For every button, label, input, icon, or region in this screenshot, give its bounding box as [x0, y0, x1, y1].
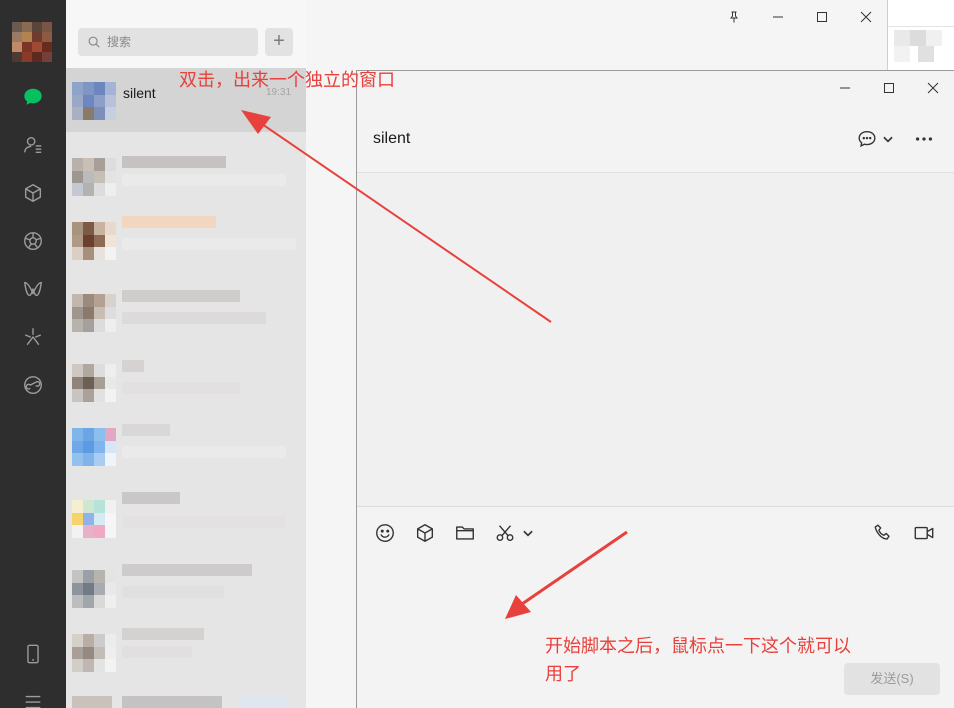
phone-icon[interactable]: [21, 642, 45, 666]
chat-list-pane: 搜索 + silent 19:31: [66, 0, 306, 708]
annotation-bottom-line2: 用了: [545, 664, 581, 684]
avatar: [72, 634, 116, 672]
minimize-icon[interactable]: [823, 71, 867, 105]
chat-item-blurred[interactable]: [66, 350, 306, 414]
pin-icon[interactable]: [712, 0, 756, 34]
chat-window: silent 发送(S): [356, 70, 954, 708]
maximize-icon[interactable]: [800, 0, 844, 34]
folder-icon[interactable]: [453, 521, 477, 545]
emoji-icon[interactable]: [373, 521, 397, 545]
avatar: [72, 500, 116, 538]
chat-item-blurred[interactable]: [66, 486, 306, 550]
avatar: [72, 294, 116, 332]
avatar[interactable]: [12, 22, 52, 62]
more-icon[interactable]: [912, 127, 936, 151]
avatar: [72, 222, 116, 260]
avatar: [72, 570, 116, 608]
background-window: [888, 0, 954, 80]
chat-item-blurred[interactable]: [66, 414, 306, 478]
desktop: 搜索 + silent 19:31 silent 发送(S) 双击，出来一个独立…: [0, 0, 954, 708]
avatar: [72, 428, 116, 466]
minimize-icon[interactable]: [756, 0, 800, 34]
sidebar: [0, 0, 66, 708]
chat-item-blurred[interactable]: [66, 280, 306, 344]
chat-item-blurred[interactable]: [66, 620, 306, 684]
favorites-icon[interactable]: [413, 521, 437, 545]
chat-icon[interactable]: [21, 85, 45, 109]
moments-icon[interactable]: [21, 229, 45, 253]
scissors-icon[interactable]: [493, 521, 517, 545]
add-button[interactable]: +: [265, 28, 293, 56]
avatar: [72, 158, 116, 196]
search-icon: [88, 36, 100, 48]
phone-call-icon[interactable]: [871, 521, 895, 545]
chat-name: silent: [123, 85, 156, 101]
channels-icon[interactable]: [21, 277, 45, 301]
chevron-down-icon[interactable]: [521, 521, 535, 545]
chat-item-blurred[interactable]: [66, 208, 306, 272]
chat-item-blurred[interactable]: [66, 688, 306, 708]
annotation-top: 双击，出来一个独立的窗口: [179, 70, 395, 90]
chat-item-blurred[interactable]: [66, 556, 306, 620]
list-header: 搜索 +: [66, 0, 306, 68]
chat-title: silent: [373, 130, 411, 147]
video-call-icon[interactable]: [912, 521, 936, 545]
send-button[interactable]: 发送(S): [844, 663, 940, 695]
annotation-bottom-line1: 开始脚本之后，鼠标点一下这个就可以: [545, 636, 851, 656]
mini-programs-icon[interactable]: [21, 373, 45, 397]
maximize-icon[interactable]: [867, 71, 911, 105]
top-stories-icon[interactable]: [21, 325, 45, 349]
close-icon[interactable]: [911, 71, 954, 105]
search-placeholder: 搜索: [107, 35, 132, 49]
menu-icon[interactable]: [21, 690, 45, 708]
message-area[interactable]: [357, 173, 954, 506]
search-input[interactable]: 搜索: [78, 28, 258, 56]
favorites-icon[interactable]: [21, 181, 45, 205]
close-icon[interactable]: [844, 0, 888, 34]
chevron-down-icon[interactable]: [881, 127, 895, 151]
chat-item-blurred[interactable]: [66, 144, 306, 208]
contacts-icon[interactable]: [21, 133, 45, 157]
avatar: [72, 364, 116, 402]
chat-info-icon[interactable]: [855, 127, 879, 151]
avatar: [72, 82, 116, 120]
